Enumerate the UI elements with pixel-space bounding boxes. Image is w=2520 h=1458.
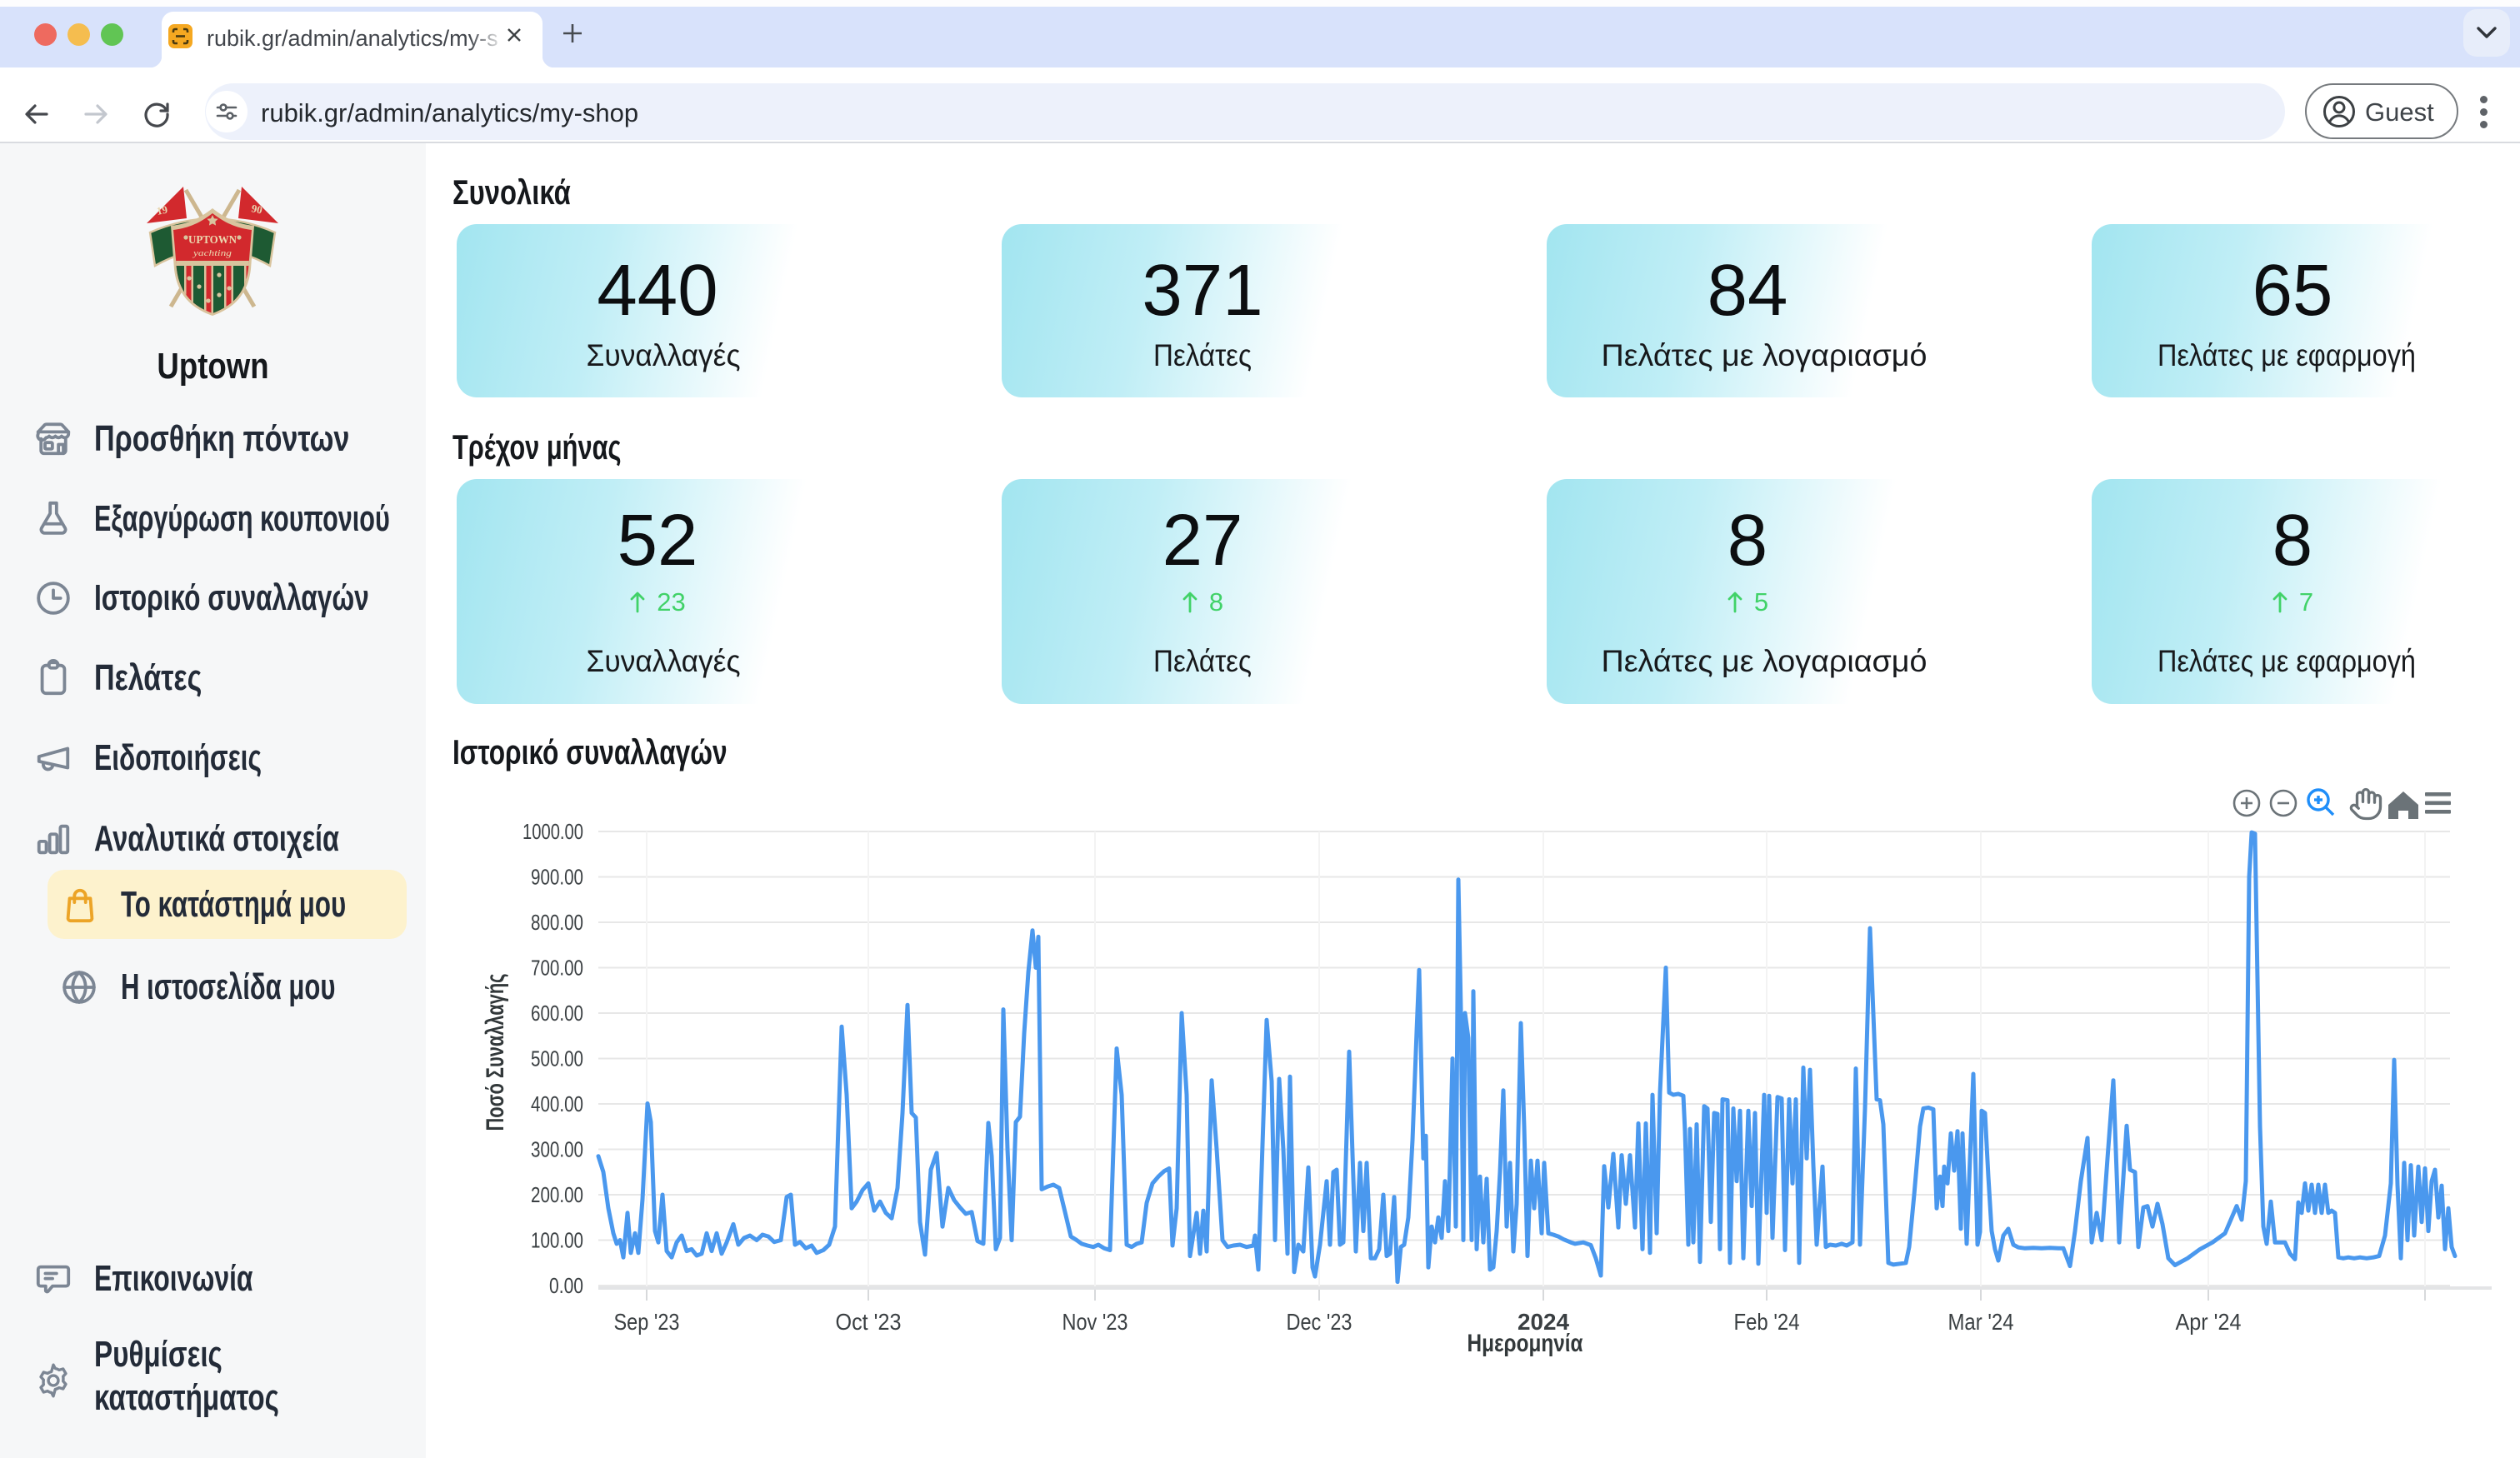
svg-text:Apr '24: Apr '24 [2176,1309,2242,1335]
svg-text:500.00: 500.00 [531,1046,583,1071]
svg-text:800.00: 800.00 [531,910,583,935]
svg-text:Ημερομηνία: Ημερομηνία [1468,1330,1583,1357]
svg-text:400.00: 400.00 [531,1091,583,1116]
svg-text:Feb '24: Feb '24 [1734,1309,1800,1335]
svg-text:Ποσό Συναλλαγής: Ποσό Συναλλαγής [482,974,509,1131]
svg-text:600.00: 600.00 [531,1001,583,1026]
svg-text:1000.00: 1000.00 [522,819,583,844]
svg-text:200.00: 200.00 [531,1182,583,1207]
svg-text:Nov '23: Nov '23 [1062,1309,1128,1335]
svg-text:700.00: 700.00 [531,956,583,981]
svg-text:Mar '24: Mar '24 [1948,1309,2014,1335]
svg-text:100.00: 100.00 [531,1228,583,1253]
svg-text:0.00: 0.00 [549,1273,583,1298]
svg-text:Sep '23: Sep '23 [614,1309,680,1335]
svg-text:Oct '23: Oct '23 [836,1309,902,1335]
svg-text:300.00: 300.00 [531,1137,583,1162]
svg-text:Dec '23: Dec '23 [1287,1309,1352,1335]
svg-text:900.00: 900.00 [531,865,583,890]
